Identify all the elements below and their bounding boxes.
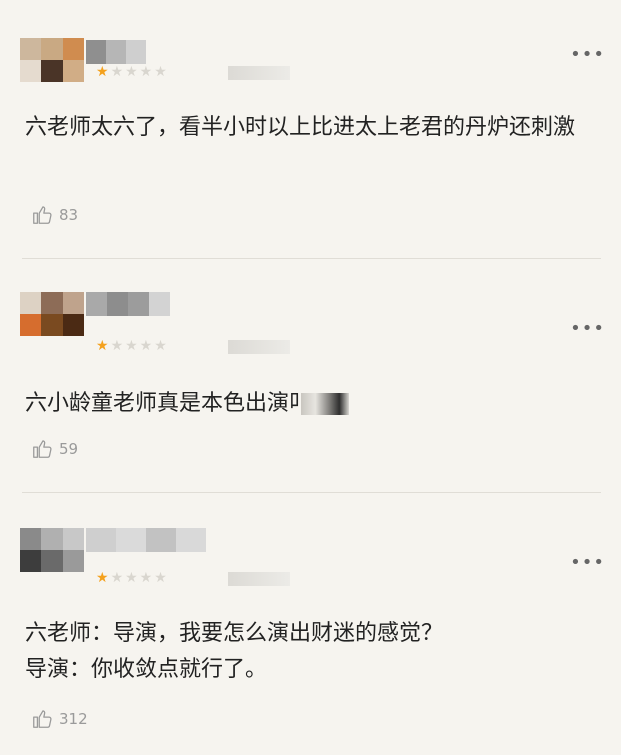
avatar[interactable] <box>20 38 84 82</box>
comment-text-line1: 六老师：导演，我要怎么演出财迷的感觉？ <box>25 621 444 646</box>
username-blurred[interactable] <box>86 40 146 64</box>
star-empty-icon: ★★★★ <box>110 64 169 80</box>
more-dots-icon[interactable]: ••• <box>570 46 605 64</box>
rating-stars: ★★★★★ <box>96 570 169 586</box>
comment-card: ★★★★★ ••• 六老师：导演，我要怎么演出财迷的感觉？ 导演：你收敛点就行了… <box>0 492 621 755</box>
comment-card: ★★★★★ ••• 六小龄童老师真是本色出演叫 59 <box>0 258 621 490</box>
thumbs-up-icon <box>33 710 52 728</box>
comment-text: 六小龄童老师真是本色出演叫 <box>25 386 601 422</box>
comment-text: 六老师太六了，看半小时以上比进太上老君的丹炉还刺激 <box>25 115 576 140</box>
thumbs-up-icon <box>33 206 52 224</box>
like-button[interactable]: 59 <box>31 438 78 460</box>
star-filled-icon: ★ <box>96 64 111 80</box>
star-filled-icon: ★ <box>96 338 111 354</box>
more-dots-icon[interactable]: ••• <box>570 320 605 338</box>
like-count: 312 <box>59 710 88 728</box>
comment-text-line2: 导演：你收敛点就行了。 <box>25 657 268 682</box>
star-filled-icon: ★ <box>96 570 111 586</box>
comment-card: ★★★★★ ••• 六老师太六了，看半小时以上比进太上老君的丹炉还刺激 83 <box>0 0 621 260</box>
username-blurred[interactable] <box>86 292 170 316</box>
comment-text-main: 六小龄童老师真是本色出演 <box>25 391 290 416</box>
timestamp-blurred <box>228 66 290 80</box>
username-blurred[interactable] <box>86 528 206 552</box>
like-count: 83 <box>59 206 79 224</box>
comment-text: 六老师：导演，我要怎么演出财迷的感觉？ 导演：你收敛点就行了。 <box>25 616 601 688</box>
star-empty-icon: ★★★★ <box>110 570 169 586</box>
like-button[interactable]: 83 <box>31 204 78 226</box>
more-dots-icon[interactable]: ••• <box>570 554 605 572</box>
avatar[interactable] <box>20 528 84 572</box>
rating-stars: ★★★★★ <box>96 338 169 354</box>
avatar[interactable] <box>20 292 84 336</box>
timestamp-blurred <box>228 340 290 354</box>
timestamp-blurred <box>228 572 290 586</box>
rating-stars: ★★★★★ <box>96 64 169 80</box>
like-count: 59 <box>59 440 79 458</box>
like-button[interactable]: 312 <box>31 708 88 730</box>
comment-text-tail: 叫 <box>289 386 299 422</box>
thumbs-up-icon <box>33 440 52 458</box>
star-empty-icon: ★★★★ <box>110 338 169 354</box>
blurred-cover <box>301 393 350 415</box>
